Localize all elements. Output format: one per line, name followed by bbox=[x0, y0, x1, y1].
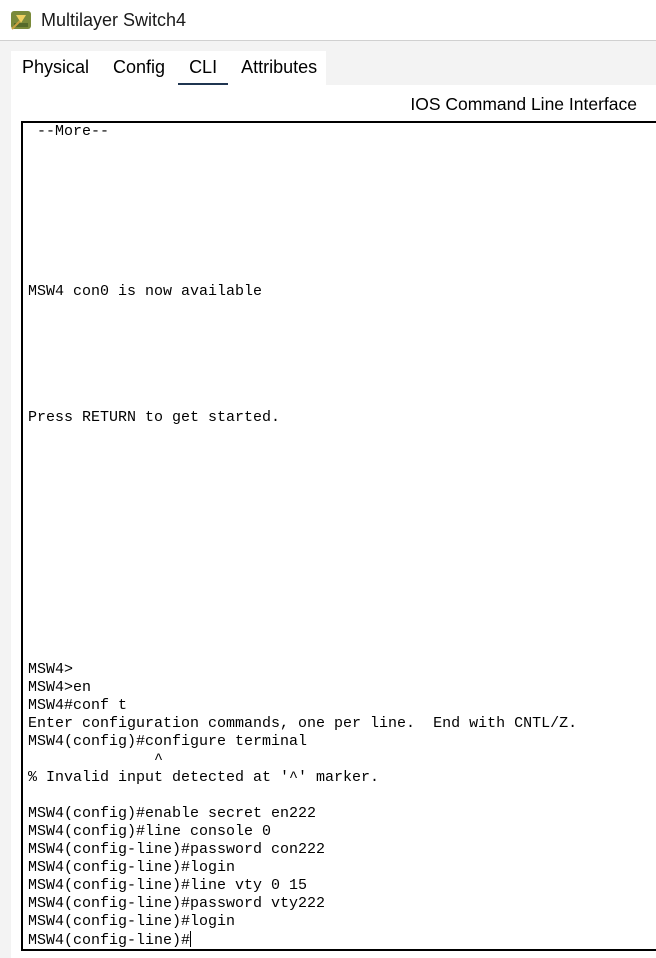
device-window: Multilayer Switch4 Physical Config CLI A… bbox=[0, 0, 656, 958]
tab-cli[interactable]: CLI bbox=[178, 51, 229, 87]
window-title: Multilayer Switch4 bbox=[41, 9, 187, 30]
terminal-line: MSW4(config-line)#password con222 bbox=[28, 841, 326, 858]
title-bar: Multilayer Switch4 bbox=[0, 0, 656, 41]
terminal-line: Press RETURN to get started. bbox=[28, 409, 281, 426]
tab-attributes[interactable]: Attributes bbox=[241, 51, 317, 85]
terminal-line: MSW4(config)#configure terminal bbox=[28, 733, 308, 750]
terminal-line: Enter configuration commands, one per li… bbox=[28, 715, 578, 732]
tab-physical[interactable]: Physical bbox=[22, 51, 89, 85]
terminal-line: MSW4(config-line)#password vty222 bbox=[28, 895, 326, 912]
terminal-line: --More-- bbox=[28, 123, 110, 140]
terminal-prompt-line[interactable]: MSW4(config-line)# bbox=[28, 931, 192, 949]
cli-terminal[interactable]: --More-- MSW4 con0 is now available Pres… bbox=[21, 121, 656, 951]
tab-bar: Physical Config CLI Attributes bbox=[11, 51, 326, 87]
terminal-line: MSW4#conf t bbox=[28, 697, 128, 714]
cli-panel: IOS Command Line Interface --More-- MSW4… bbox=[11, 85, 656, 958]
text-cursor bbox=[190, 931, 192, 947]
terminal-line: MSW4>en bbox=[28, 679, 92, 696]
terminal-line: MSW4(config-line)#login bbox=[28, 859, 236, 876]
terminal-line: % Invalid input detected at '^' marker. bbox=[28, 769, 380, 786]
terminal-line: ^ bbox=[28, 751, 164, 768]
terminal-line: MSW4(config)#enable secret en222 bbox=[28, 805, 317, 822]
terminal-prompt: MSW4(config-line)# bbox=[28, 932, 191, 949]
multilayer-switch-icon bbox=[8, 7, 34, 33]
terminal-line: MSW4(config-line)#line vty 0 15 bbox=[28, 877, 308, 894]
terminal-line: MSW4 con0 is now available bbox=[28, 283, 263, 300]
terminal-line: MSW4> bbox=[28, 661, 74, 678]
cli-header: IOS Command Line Interface bbox=[410, 94, 637, 114]
terminal-line: MSW4(config-line)#login bbox=[28, 913, 236, 930]
tab-config[interactable]: Config bbox=[113, 51, 165, 85]
terminal-line: MSW4(config)#line console 0 bbox=[28, 823, 272, 840]
